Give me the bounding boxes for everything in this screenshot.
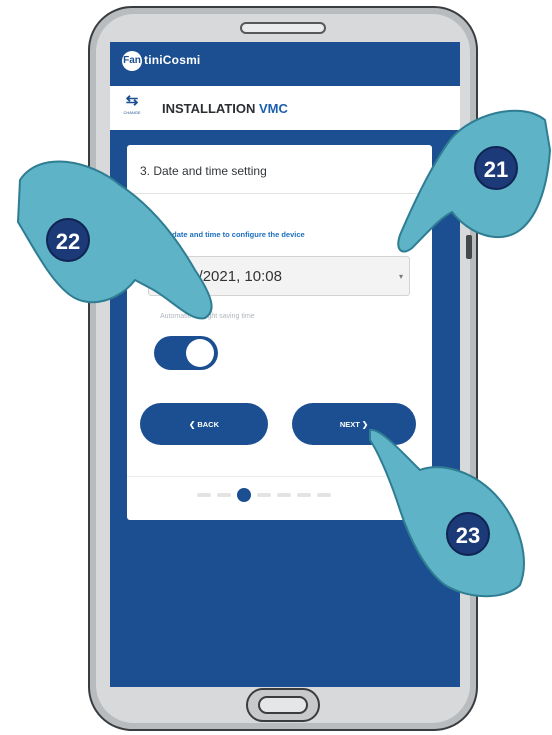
callout-number: 23 <box>455 523 481 548</box>
callout-badge: 23 <box>446 512 490 556</box>
pointing-hand-icon <box>369 428 525 598</box>
callout-badge: 21 <box>474 146 518 190</box>
callout-number: 22 <box>55 229 81 254</box>
hand-overlays <box>16 109 552 598</box>
callout-number: 21 <box>483 157 509 182</box>
pointing-hand-icon <box>397 109 552 253</box>
callout-badge: 22 <box>46 218 90 262</box>
